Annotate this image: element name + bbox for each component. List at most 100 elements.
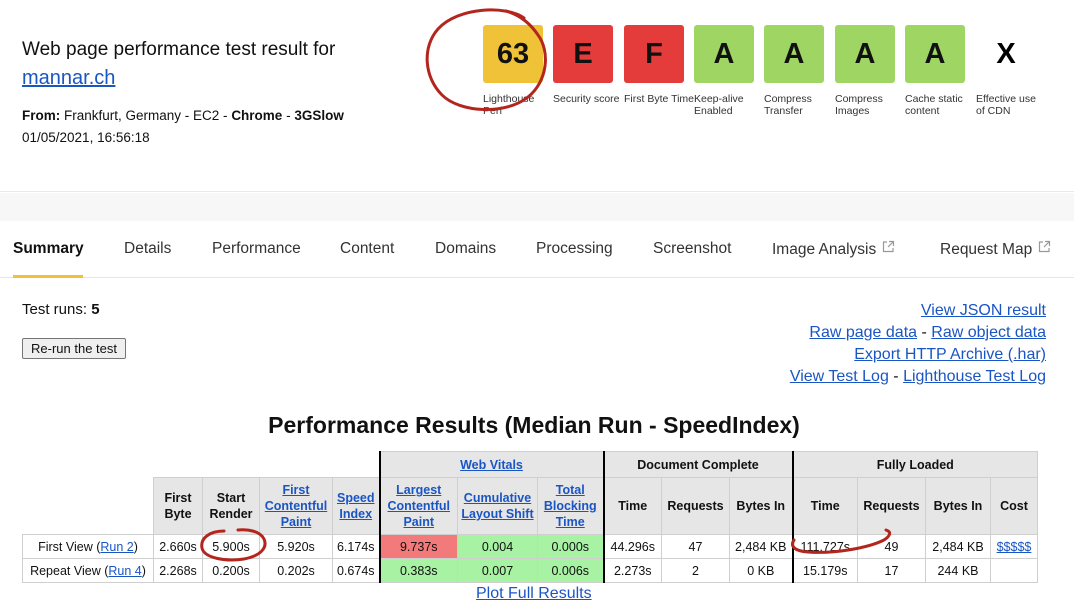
row-label: First View (Run 2) <box>22 534 154 559</box>
cell-first-byte: 2.268s <box>153 558 203 583</box>
grade-label-keep-alive: Keep-alive Enabled <box>694 93 744 117</box>
group-document-complete: Document Complete <box>602 451 793 478</box>
row-label-end: ) <box>133 539 138 554</box>
row-label: Repeat View (Run 4) <box>22 558 154 583</box>
cell-cost <box>990 558 1038 583</box>
cell-fl-requests: 49 <box>857 534 926 559</box>
cell-tbt: 0.006s <box>537 558 604 583</box>
export-har-link[interactable]: Export HTTP Archive (.har) <box>854 346 1046 363</box>
cell-speed-index: 0.674s <box>332 558 380 583</box>
link-separator: - <box>888 368 904 385</box>
lighthouse-test-log-link[interactable]: Lighthouse Test Log <box>903 368 1046 385</box>
cell-speed-index: 6.174s <box>332 534 380 559</box>
cell-fl-time: 15.179s <box>791 558 858 583</box>
header-divider-band <box>0 193 1074 221</box>
header-spacer <box>23 452 380 478</box>
cell-cls: 0.004 <box>457 534 538 559</box>
test-runs-count: 5 <box>91 301 100 318</box>
grade-keep-alive[interactable]: A <box>694 25 754 83</box>
tab-domains[interactable]: Domains <box>435 240 496 258</box>
grade-cdn[interactable]: X <box>976 25 1036 83</box>
tab-processing[interactable]: Processing <box>536 240 613 258</box>
tab-image-analysis[interactable]: Image Analysis <box>772 240 895 259</box>
performance-results-table: Web Vitals Document Complete Fully Loade… <box>22 451 1038 583</box>
rerun-test-button[interactable]: Re-run the test <box>22 338 126 359</box>
run-link[interactable]: Run 2 <box>100 540 133 554</box>
row-label-text: First View ( <box>38 539 101 554</box>
cost-link[interactable]: $$$$$ <box>997 540 1032 554</box>
tbt-link[interactable]: Total Blocking Time <box>544 483 597 529</box>
grade-security-score[interactable]: E <box>553 25 613 83</box>
test-location: From: Frankfurt, Germany - EC2 - Chrome … <box>22 108 344 123</box>
plot-full-results-link[interactable]: Plot Full Results <box>476 585 592 603</box>
external-link-icon <box>1038 240 1051 258</box>
cell-cost: $$$$$ <box>990 534 1038 559</box>
grade-compress-images[interactable]: A <box>835 25 895 83</box>
col-tbt: Total Blocking Time <box>537 477 604 535</box>
grade-first-byte-time[interactable]: F <box>624 25 684 83</box>
cell-dc-bytes: 2,484 KB <box>729 534 793 559</box>
site-link[interactable]: mannar.ch <box>22 67 115 90</box>
cls-link[interactable]: Cumulative Layout Shift <box>461 491 533 521</box>
grade-label-lighthouse-perf: Lighthouse Perf <box>483 93 535 117</box>
cell-lcp: 0.383s <box>378 558 458 583</box>
tab-content[interactable]: Content <box>340 240 394 258</box>
tab-screenshot[interactable]: Screenshot <box>653 240 731 258</box>
grade-label-first-byte-time: First Byte Time <box>624 93 695 105</box>
cell-lcp: 9.737s <box>378 534 458 559</box>
group-fully-loaded: Fully Loaded <box>791 451 1038 478</box>
grade-lighthouse-perf[interactable]: 63 <box>483 25 543 83</box>
speed-index-link[interactable]: Speed Index <box>337 491 375 521</box>
raw-page-data-link[interactable]: Raw page data <box>809 324 917 341</box>
web-vitals-link[interactable]: Web Vitals <box>460 458 523 472</box>
tab-summary[interactable]: Summary <box>13 240 84 258</box>
col-start-render: Start Render <box>202 477 260 535</box>
lcp-link[interactable]: Largest Contentful Paint <box>388 483 450 529</box>
col-cost: Cost <box>990 477 1038 535</box>
cell-fcp: 0.202s <box>259 558 333 583</box>
col-lcp: Largest Contentful Paint <box>378 477 458 535</box>
from-label: From: <box>22 108 61 123</box>
external-link-icon <box>882 240 895 258</box>
row-label-text: Repeat View ( <box>30 563 109 578</box>
col-fl-time: Time <box>791 477 858 535</box>
page-title: Web page performance test result for <box>22 39 336 60</box>
test-runs: Test runs: 5 <box>22 301 100 318</box>
cell-dc-requests: 2 <box>661 558 730 583</box>
col-cls: Cumulative Layout Shift <box>457 477 538 535</box>
run-link[interactable]: Run 4 <box>108 564 141 578</box>
test-runs-label: Test runs: <box>22 301 88 318</box>
view-test-log-link[interactable]: View Test Log <box>790 368 889 385</box>
cell-dc-time: 44.296s <box>602 534 662 559</box>
cell-start-render: 5.900s <box>202 534 260 559</box>
view-json-link[interactable]: View JSON result <box>921 302 1046 319</box>
grade-label-compress-images: Compress Images <box>835 93 883 117</box>
tab-request-map[interactable]: Request Map <box>940 240 1051 259</box>
col-dc-requests: Requests <box>661 477 730 535</box>
grade-compress-transfer[interactable]: A <box>764 25 824 83</box>
raw-object-data-link[interactable]: Raw object data <box>931 324 1046 341</box>
cell-start-render: 0.200s <box>202 558 260 583</box>
tab-details[interactable]: Details <box>124 240 171 258</box>
fcp-link[interactable]: First Contentful Paint <box>265 483 327 529</box>
grade-cache-static[interactable]: A <box>905 25 965 83</box>
col-fl-bytes: Bytes In <box>925 477 991 535</box>
grade-label-cdn: Effective use of CDN <box>976 93 1036 117</box>
cell-fl-time: 111.727s <box>791 534 858 559</box>
link-separator: - <box>917 324 932 341</box>
cell-cls: 0.007 <box>457 558 538 583</box>
cell-fl-bytes: 244 KB <box>925 558 991 583</box>
group-web-vitals: Web Vitals <box>378 451 604 478</box>
col-speed-index: Speed Index <box>332 477 380 535</box>
result-links: View JSON result Raw page data - Raw obj… <box>790 300 1046 388</box>
col-dc-time: Time <box>602 477 662 535</box>
row-label-spacer <box>23 478 154 535</box>
tab-performance[interactable]: Performance <box>212 240 301 258</box>
active-tab-indicator <box>13 275 83 278</box>
separator-text: - <box>282 108 295 123</box>
tab-request-map-label: Request Map <box>940 241 1033 258</box>
row-label-end: ) <box>141 563 146 578</box>
results-title-text: Performance Results (Median Run - SpeedI… <box>268 412 800 438</box>
location-text: Frankfurt, Germany - EC2 - <box>64 108 232 123</box>
grade-label-cache-static: Cache static content <box>905 93 963 117</box>
